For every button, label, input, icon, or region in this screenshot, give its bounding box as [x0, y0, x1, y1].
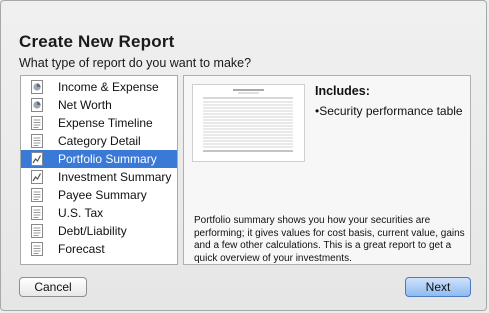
report-type-item[interactable]: Expense Timeline — [21, 114, 177, 132]
report-type-list[interactable]: Income & Expense Net Worth Expense Timel… — [20, 75, 178, 265]
report-description: Portfolio summary shows you how your sec… — [194, 215, 465, 264]
report-type-item[interactable]: Forecast — [21, 240, 177, 258]
report-type-label: Net Worth — [58, 98, 112, 112]
cancel-button[interactable]: Cancel — [19, 277, 87, 297]
report-preview-thumbnail — [192, 84, 305, 162]
next-button[interactable]: Next — [405, 277, 471, 297]
report-type-item[interactable]: Payee Summary — [21, 186, 177, 204]
document-icon — [31, 188, 44, 202]
report-type-label: Expense Timeline — [58, 116, 153, 130]
report-type-item[interactable]: Net Worth — [21, 96, 177, 114]
report-type-label: Category Detail — [58, 134, 141, 148]
report-type-label: Payee Summary — [58, 188, 147, 202]
document-icon — [31, 224, 44, 238]
report-details-panel: Includes: •Security performance table Po… — [183, 75, 471, 265]
report-type-label: Investment Summary — [58, 170, 172, 184]
report-type-label: Income & Expense — [58, 80, 159, 94]
report-type-item[interactable]: Debt/Liability — [21, 222, 177, 240]
report-type-item[interactable]: U.S. Tax — [21, 204, 177, 222]
line-chart-icon — [31, 152, 44, 166]
dialog-subtitle: What type of report do you want to make? — [19, 56, 252, 70]
line-chart-icon — [31, 170, 44, 184]
document-icon — [31, 242, 44, 256]
report-type-label: Forecast — [58, 242, 105, 256]
pie-chart-icon — [31, 98, 44, 112]
report-type-label: Debt/Liability — [58, 224, 127, 238]
report-type-item[interactable]: Income & Expense — [21, 78, 177, 96]
dialog-title: Create New Report — [19, 32, 175, 51]
document-icon — [31, 206, 44, 220]
report-type-item[interactable]: Category Detail — [21, 132, 177, 150]
document-icon — [31, 134, 44, 148]
includes-item: •Security performance table — [315, 104, 463, 118]
pie-chart-icon — [31, 80, 44, 94]
includes-heading: Includes: — [315, 84, 370, 98]
report-type-label: Portfolio Summary — [58, 152, 157, 166]
document-icon — [31, 116, 44, 130]
report-type-item-selected[interactable]: Portfolio Summary — [21, 150, 177, 168]
report-type-label: U.S. Tax — [58, 206, 104, 220]
report-type-item[interactable]: Investment Summary — [21, 168, 177, 186]
create-report-dialog: Create New Report What type of report do… — [0, 0, 487, 311]
